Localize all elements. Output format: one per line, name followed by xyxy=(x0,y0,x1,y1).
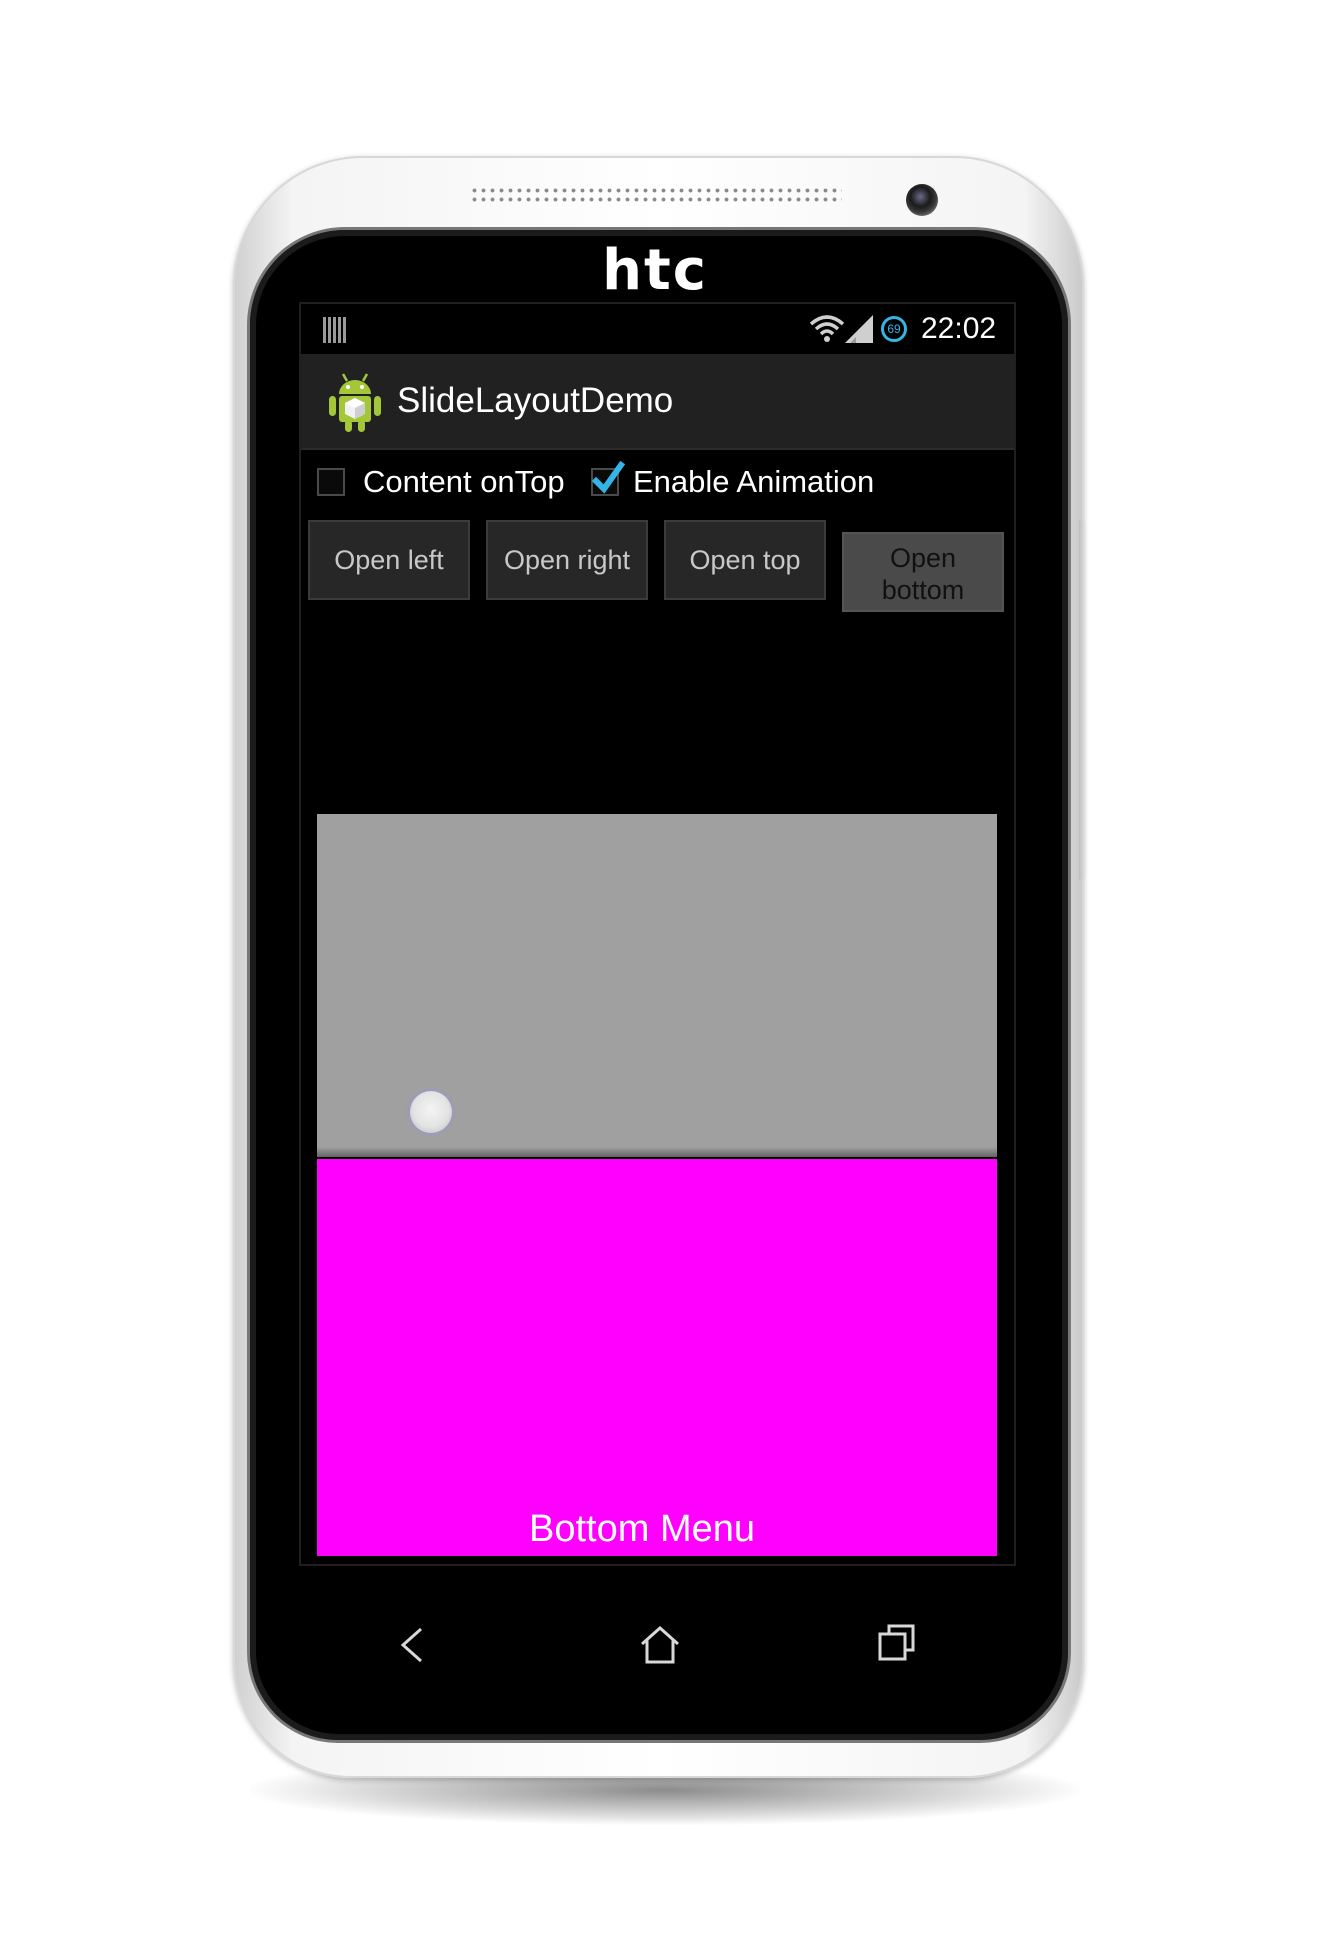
side-button xyxy=(1079,520,1086,880)
checkmark-icon xyxy=(591,460,625,494)
content-ontop-checkbox[interactable] xyxy=(317,468,345,496)
screen: 69 22:02 SlideLayoutDemo Content onTop E… xyxy=(299,302,1016,1566)
content-panel-shadow xyxy=(317,1147,997,1159)
signal-icon xyxy=(845,315,873,343)
content-ontop-label[interactable]: Content onTop xyxy=(363,462,565,502)
front-camera xyxy=(906,184,938,216)
speaker-grille xyxy=(470,186,842,204)
open-bottom-button[interactable]: Open bottom xyxy=(842,532,1004,612)
bottom-menu-label: Bottom Menu xyxy=(529,1508,755,1550)
wifi-icon xyxy=(809,315,845,342)
open-top-button[interactable]: Open top xyxy=(664,520,826,600)
action-bar: SlideLayoutDemo xyxy=(301,354,1014,450)
brand-logo: htc xyxy=(602,238,708,303)
enable-animation-checkbox[interactable] xyxy=(591,460,625,496)
bottom-menu[interactable]: Bottom Menu xyxy=(317,1159,997,1556)
battery-icon: 69 xyxy=(881,316,907,342)
android-robot-icon xyxy=(329,373,381,432)
open-left-button[interactable]: Open left xyxy=(308,520,470,600)
app-title: SlideLayoutDemo xyxy=(397,381,674,420)
status-bar: 69 22:02 xyxy=(301,304,1014,355)
status-clock: 22:02 xyxy=(921,312,997,345)
enable-animation-label[interactable]: Enable Animation xyxy=(633,462,874,502)
touch-indicator xyxy=(410,1091,452,1133)
open-right-button[interactable]: Open right xyxy=(486,520,648,600)
notification-icon xyxy=(323,317,346,343)
back-icon[interactable] xyxy=(395,1625,431,1665)
recent-apps-icon[interactable] xyxy=(877,1622,917,1662)
home-icon[interactable] xyxy=(638,1624,682,1666)
